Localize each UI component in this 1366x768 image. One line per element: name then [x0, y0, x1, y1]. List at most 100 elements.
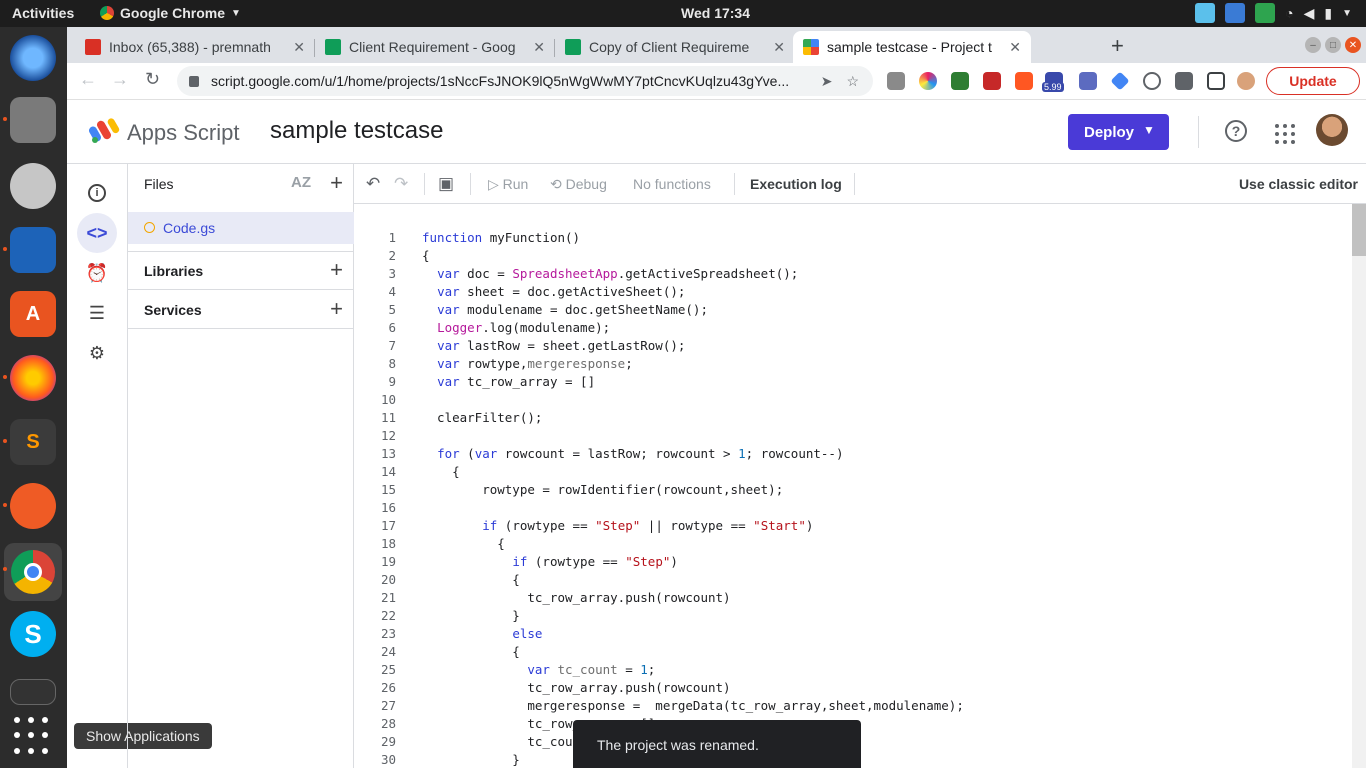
speaker-app-icon[interactable] [10, 163, 56, 209]
editor-scrollbar-thumb[interactable] [1352, 204, 1366, 256]
code-line[interactable]: } [422, 752, 520, 767]
terminal-icon[interactable] [10, 679, 56, 705]
undo-icon[interactable]: ↶ [366, 174, 380, 194]
extension-code-icon[interactable] [1143, 72, 1161, 90]
thunderbird-icon[interactable] [10, 35, 56, 81]
system-tray[interactable]: ◔ ◀ ▮ ▼ [1195, 3, 1352, 23]
tab-client-requirement[interactable]: Client Requirement - Goog ✕ [315, 31, 555, 63]
deploy-button[interactable]: Deploy ▼ [1068, 114, 1169, 150]
code-line[interactable]: clearFilter(); [422, 410, 542, 425]
code-line[interactable]: tc_row_array.push(rowcount) [422, 590, 730, 605]
check-icon[interactable] [1255, 3, 1276, 23]
sublime-text-icon[interactable]: S [10, 419, 56, 465]
code-line[interactable]: function myFunction() [422, 230, 580, 245]
tab-sample-testcase[interactable]: sample testcase - Project t ✕ [793, 31, 1031, 63]
writer-icon[interactable] [10, 227, 56, 273]
use-classic-editor-button[interactable]: Use classic editor [1239, 176, 1358, 192]
code-line[interactable]: for (var rowcount = lastRow; rowcount > … [422, 446, 843, 461]
apps-script-brand[interactable]: Apps Script [127, 120, 240, 146]
side-panel-icon[interactable] [1207, 72, 1225, 90]
code-line[interactable]: var tc_count = 1; [422, 662, 655, 677]
postman-icon[interactable] [10, 483, 56, 529]
address-bar[interactable]: script.google.com/u/1/home/projects/1sNc… [177, 66, 873, 96]
code-editor[interactable]: 1 function myFunction() 2 {3 var doc = Spre… [354, 204, 1352, 768]
minimize-icon[interactable]: – [1305, 37, 1321, 53]
execution-log-button[interactable]: Execution log [750, 176, 842, 192]
chevron-down-icon[interactable]: ▼ [1342, 8, 1352, 19]
bookmark-star-icon[interactable]: ☆ [846, 73, 859, 90]
app-menu[interactable]: Google Chrome ▼ [100, 5, 241, 21]
triggers-alarm-icon[interactable]: ⏰ [77, 253, 117, 293]
code-line[interactable]: var doc = SpreadsheetApp.getActiveSpread… [422, 266, 798, 281]
shield-icon[interactable] [1225, 3, 1246, 23]
help-icon[interactable]: ? [1225, 120, 1247, 142]
account-avatar[interactable] [1316, 114, 1348, 146]
code-line[interactable]: } [422, 608, 520, 623]
executions-list-icon[interactable]: ☰ [77, 293, 117, 333]
file-manager-icon[interactable] [10, 97, 56, 143]
code-line[interactable]: { [422, 248, 430, 263]
code-line[interactable]: mergeresponse = mergeData(tc_row_array,s… [422, 698, 964, 713]
code-line[interactable]: if (rowtype == "Step" || rowtype == "Sta… [422, 518, 813, 533]
extension-diamond-icon[interactable] [1110, 71, 1130, 91]
code-line[interactable]: rowtype = rowIdentifier(rowcount,sheet); [422, 482, 783, 497]
code-line[interactable]: var lastRow = sheet.getLastRow(); [422, 338, 685, 353]
extension-bw-icon[interactable] [951, 72, 969, 90]
volume-icon[interactable]: ◀ [1304, 5, 1315, 22]
code-line[interactable]: if (rowtype == "Step") [422, 554, 678, 569]
code-line[interactable]: else [422, 626, 542, 641]
battery-icon[interactable]: ▮ [1324, 5, 1332, 22]
function-select[interactable]: No functions [633, 176, 711, 192]
extension-lock-icon[interactable] [1015, 72, 1033, 90]
run-button[interactable]: ▷ Run [488, 176, 528, 193]
skype-icon[interactable]: S [10, 611, 56, 657]
save-icon[interactable]: ▣ [438, 174, 454, 194]
reload-icon[interactable]: ↻ [145, 69, 160, 90]
update-button[interactable]: Update [1266, 67, 1360, 95]
profile-avatar[interactable] [1237, 72, 1255, 90]
code-line[interactable]: tc_row_array.push(rowcount) [422, 680, 730, 695]
editor-code-icon[interactable]: <> [77, 213, 117, 253]
editor-scrollbar[interactable] [1352, 204, 1366, 768]
code-line[interactable]: { [422, 644, 520, 659]
project-title[interactable]: sample testcase [270, 117, 443, 145]
close-icon[interactable]: ✕ [533, 39, 545, 56]
forward-icon[interactable]: → [111, 69, 129, 90]
google-apps-icon[interactable] [1275, 124, 1295, 144]
file-item-code-gs[interactable]: Code.gs [128, 212, 354, 244]
add-file-button[interactable]: + [330, 170, 343, 196]
code-line[interactable]: { [422, 572, 520, 587]
extension-color-icon[interactable] [919, 72, 937, 90]
code-line[interactable]: { [422, 464, 460, 479]
show-applications-button[interactable] [14, 717, 54, 757]
firefox-icon[interactable] [10, 355, 56, 401]
debug-button[interactable]: ⟲ Debug [550, 176, 607, 193]
software-center-icon[interactable]: A [10, 291, 56, 337]
settings-gear-icon[interactable]: ⚙ [77, 333, 117, 373]
close-icon[interactable]: ✕ [293, 39, 305, 56]
close-window-icon[interactable]: ✕ [1345, 37, 1361, 53]
code-line[interactable]: var rowtype,mergeresponse; [422, 356, 633, 371]
add-library-button[interactable]: + [330, 257, 343, 283]
weather-icon[interactable] [1195, 3, 1216, 23]
extension-translate-icon[interactable] [1079, 72, 1097, 90]
code-line[interactable]: { [422, 536, 505, 551]
tab-inbox[interactable]: Inbox (65,388) - premnath ✕ [75, 31, 315, 63]
overview-info-icon[interactable]: i [77, 173, 117, 213]
clock[interactable]: Wed 17:34 [681, 5, 750, 21]
close-icon[interactable]: ✕ [773, 39, 785, 56]
code-line[interactable]: var tc_row_array = [] [422, 374, 595, 389]
chrome-icon[interactable] [4, 543, 62, 601]
add-service-button[interactable]: + [330, 296, 343, 322]
extension-camera-icon[interactable] [983, 72, 1001, 90]
extensions-puzzle-icon[interactable] [1175, 72, 1193, 90]
tab-copy-of-client-requirement[interactable]: Copy of Client Requireme ✕ [555, 31, 795, 63]
back-icon[interactable]: ← [79, 69, 97, 90]
code-line[interactable]: var modulename = doc.getSheetName(); [422, 302, 708, 317]
extension-v-icon[interactable] [887, 72, 905, 90]
send-icon[interactable]: ➤ [821, 73, 833, 90]
close-icon[interactable]: ✕ [1009, 39, 1021, 56]
maximize-icon[interactable]: □ [1325, 37, 1341, 53]
code-line[interactable]: var sheet = doc.getActiveSheet(); [422, 284, 685, 299]
code-line[interactable]: Logger.log(modulename); [422, 320, 610, 335]
